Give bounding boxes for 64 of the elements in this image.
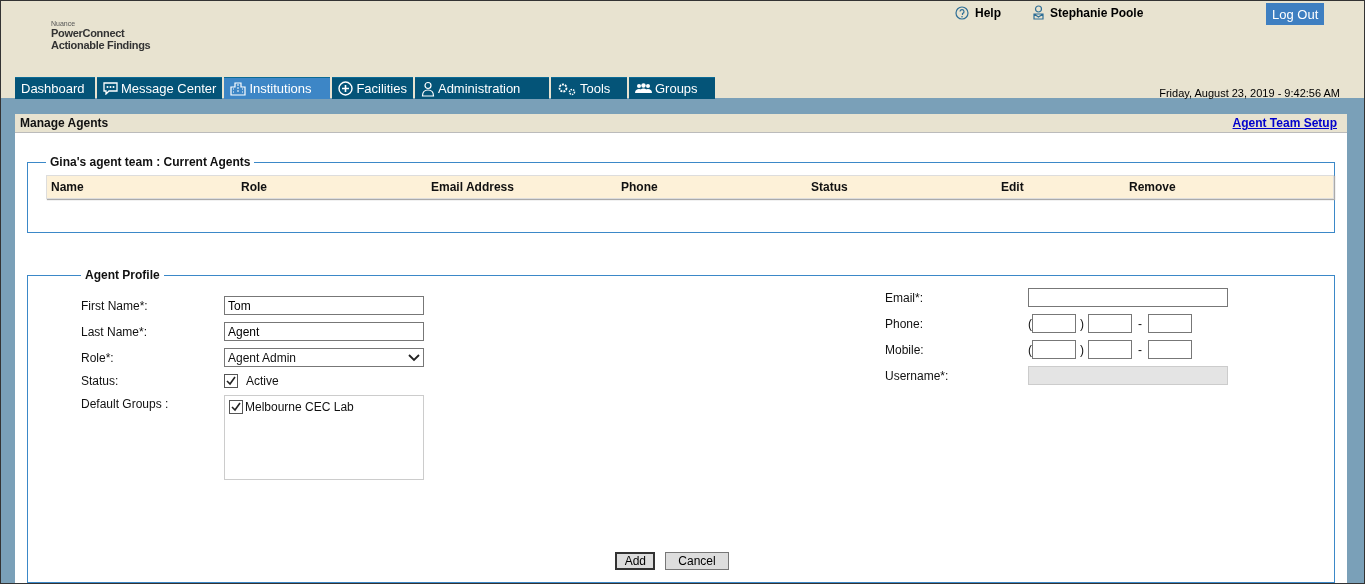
field-label: Username*: [885,368,950,383]
group-option[interactable]: Melbourne CEC Lab [245,400,354,414]
phone-separator: - [1138,316,1142,331]
nav-tab[interactable]: Tools [550,77,627,99]
field-label: Last Name*: [81,324,149,339]
gears-icon [556,81,577,96]
user-icon [1033,5,1044,20]
chevron-down-icon [408,353,420,362]
field-label: Phone: [885,316,925,331]
input-field[interactable] [1028,288,1228,307]
nav-tab[interactable]: Message Center [97,77,223,99]
input-field[interactable] [1088,314,1132,333]
nav-tab[interactable]: Dashboard [15,77,95,99]
nav-tab[interactable]: Groups [628,77,715,99]
checkbox-label: Active [246,374,279,388]
column-header: Role [241,180,268,194]
agent-team-setup-link[interactable]: Agent Team Setup [1232,116,1337,130]
page-title: Manage Agents [20,116,109,130]
column-header: Phone [621,180,659,194]
user-name[interactable]: Stephanie Poole [1050,5,1144,20]
building-icon [230,81,247,96]
column-header: Email Address [431,180,515,194]
field-label: Default Groups : [81,396,170,411]
help-link[interactable]: Help [975,5,1001,20]
product-subtitle: Actionable Findings [51,39,151,51]
chat-icon [103,82,118,95]
nav-tab[interactable]: Institutions [224,77,331,99]
input-field[interactable] [1148,340,1192,359]
product-name: PowerConnect [51,27,126,39]
column-header: Remove [1129,180,1177,194]
phone-separator: ) [1080,316,1084,331]
input-field[interactable] [1032,340,1076,359]
field-label: Status: [81,374,120,388]
input-field[interactable] [1148,314,1192,333]
logout-button[interactable]: Log Out [1266,3,1325,25]
field-label: Email*: [885,290,924,305]
column-header: Status [811,180,849,194]
panel-title: Agent Profile [84,268,161,282]
column-header: Edit [1001,180,1025,194]
form-button[interactable]: Cancel [665,552,729,570]
field-label: Role*: [81,350,115,365]
column-header: Name [51,180,85,194]
nav-tab[interactable]: Administration [414,77,549,99]
people-icon [634,83,652,94]
person-icon [420,80,435,97]
input-field[interactable] [1032,314,1076,333]
checkbox[interactable] [224,374,238,388]
checkbox[interactable] [229,400,243,414]
panel-title: Gina's agent team : Current Agents [49,155,252,169]
nav-tab[interactable]: Facilities [332,77,413,99]
phone-separator: ( [1028,342,1032,357]
phone-separator: ) [1080,342,1084,357]
field-label: First Name*: [81,298,149,313]
phone-separator: ( [1028,316,1032,331]
plus-icon [338,81,354,96]
input-field[interactable]: Tom [224,296,424,315]
role-dropdown[interactable]: Agent Admin [224,348,424,367]
help-icon [955,5,969,20]
field-label: Mobile: [885,342,925,357]
form-button[interactable]: Add [615,552,656,570]
phone-separator: - [1138,342,1142,357]
input-field[interactable]: Agent [224,322,424,341]
date-time: Friday, August 23, 2019 - 9:42:56 AM [1159,87,1340,99]
input-field[interactable] [1088,340,1132,359]
